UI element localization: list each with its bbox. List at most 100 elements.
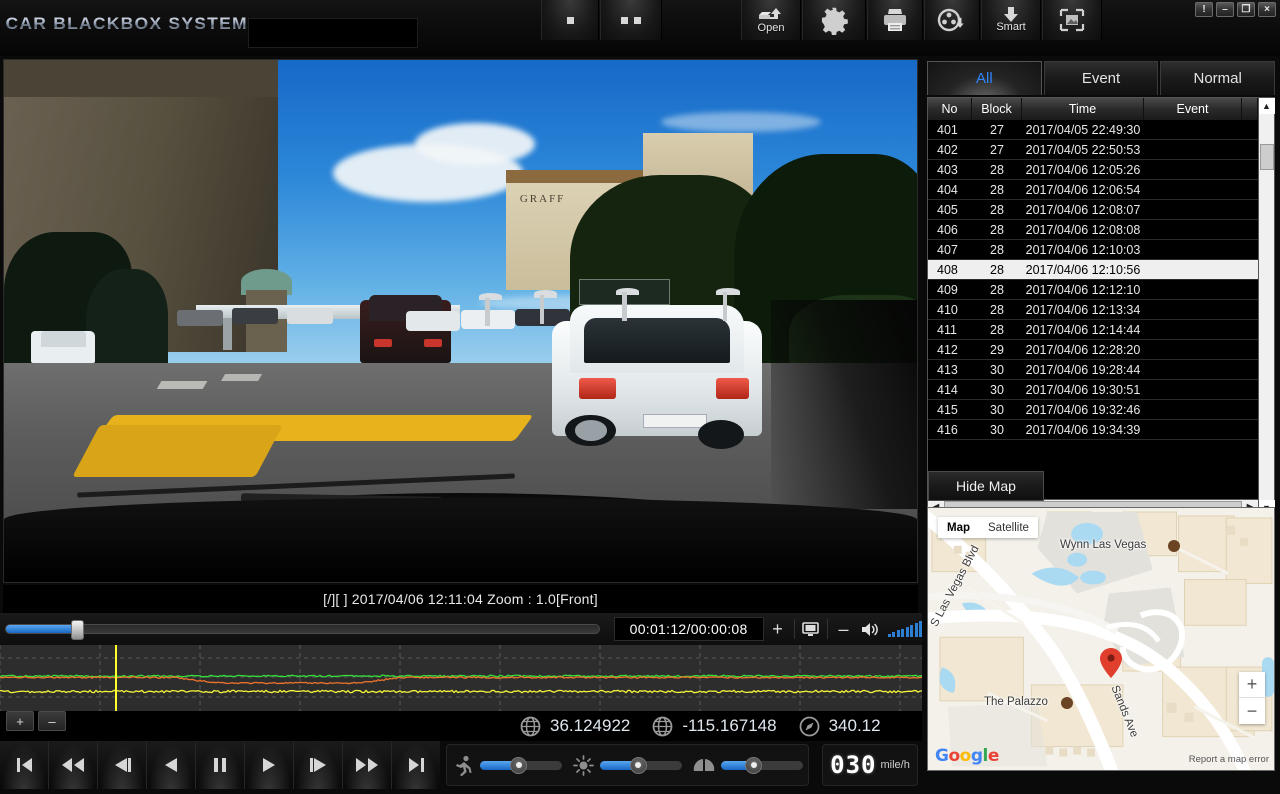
tab-event[interactable]: Event bbox=[1043, 61, 1159, 95]
map-panel[interactable]: Map Satellite Wynn Las Vegas S Las Vegas … bbox=[927, 507, 1275, 771]
table-row[interactable]: 401 27 2017/04/05 22:49:30 bbox=[928, 120, 1258, 140]
cell-block: 30 bbox=[990, 402, 1004, 417]
playback-speed-slider[interactable] bbox=[452, 755, 563, 776]
map-zoom-controls[interactable]: + − bbox=[1239, 672, 1265, 724]
info-button[interactable]: ! bbox=[1195, 2, 1213, 17]
table-row[interactable]: 404 28 2017/04/06 12:06:54 bbox=[928, 180, 1258, 200]
table-row[interactable]: 407 28 2017/04/06 12:10:03 bbox=[928, 240, 1258, 260]
seek-thumb[interactable] bbox=[71, 620, 85, 640]
table-row[interactable]: 413 30 2017/04/06 19:28:44 bbox=[928, 360, 1258, 380]
dashcam-frame: GRAFF bbox=[4, 60, 917, 582]
play-button[interactable] bbox=[245, 741, 294, 789]
cell-event bbox=[1144, 380, 1242, 399]
settings-button[interactable] bbox=[802, 0, 866, 40]
export-video-button[interactable] bbox=[924, 0, 980, 40]
column-header-no[interactable]: No bbox=[928, 98, 972, 120]
brightness-track[interactable] bbox=[599, 756, 682, 774]
hotel-marker-icon bbox=[1061, 697, 1073, 709]
speed-display: 030 mile/h bbox=[822, 744, 918, 786]
map-zoom-out-button[interactable]: − bbox=[1239, 698, 1265, 724]
scroll-thumb[interactable] bbox=[1259, 144, 1274, 170]
tab-all[interactable]: All bbox=[927, 61, 1042, 95]
skip-to-end-button[interactable] bbox=[392, 741, 440, 789]
column-header-time[interactable]: Time bbox=[1022, 98, 1144, 120]
column-header-block[interactable]: Block bbox=[972, 98, 1022, 120]
close-button[interactable]: × bbox=[1258, 2, 1276, 17]
open-label: Open bbox=[757, 22, 785, 34]
table-row[interactable]: 406 28 2017/04/06 12:08:08 bbox=[928, 220, 1258, 240]
gsensor-zoom-out-button[interactable]: – bbox=[38, 711, 66, 731]
gsensor-graph[interactable] bbox=[0, 645, 922, 711]
zoom-in-button[interactable]: + bbox=[764, 616, 792, 642]
location-pin-marker[interactable] bbox=[1100, 648, 1122, 678]
brightness-slider[interactable] bbox=[573, 754, 682, 776]
open-button[interactable]: Open bbox=[741, 0, 801, 40]
hide-map-button[interactable]: Hide Map bbox=[928, 471, 1044, 501]
table-row[interactable]: 414 30 2017/04/06 19:30:51 bbox=[928, 380, 1258, 400]
gsensor-traces bbox=[0, 645, 922, 711]
table-row[interactable]: 402 27 2017/04/05 22:50:53 bbox=[928, 140, 1258, 160]
table-row[interactable]: 408 28 2017/04/06 12:10:56 bbox=[928, 260, 1258, 280]
contrast-slider[interactable] bbox=[693, 756, 803, 774]
cell-time: 2017/04/06 12:14:44 bbox=[1025, 322, 1141, 337]
map-type-switcher[interactable]: Map Satellite bbox=[938, 517, 1038, 538]
print-button[interactable] bbox=[867, 0, 923, 40]
cell-extra bbox=[1242, 220, 1258, 239]
search-input[interactable] bbox=[248, 18, 418, 48]
image-capture-icon bbox=[1059, 8, 1085, 32]
scroll-up-arrow[interactable]: ▲ bbox=[1258, 98, 1275, 114]
play-reverse-button[interactable] bbox=[147, 741, 196, 789]
video-player[interactable]: GRAFF bbox=[3, 59, 918, 583]
map-type-map[interactable]: Map bbox=[938, 522, 979, 534]
step-back-button[interactable] bbox=[98, 741, 147, 789]
table-row[interactable]: 415 30 2017/04/06 19:32:46 bbox=[928, 400, 1258, 420]
contrast-track[interactable] bbox=[720, 756, 803, 774]
map-type-satellite[interactable]: Satellite bbox=[979, 522, 1038, 534]
latitude-item: 36.124922 bbox=[520, 716, 630, 737]
table-row[interactable]: 405 28 2017/04/06 12:08:07 bbox=[928, 200, 1258, 220]
playback-speed-track[interactable] bbox=[480, 756, 563, 774]
restore-button[interactable]: ❐ bbox=[1237, 2, 1255, 17]
column-header-event[interactable]: Event bbox=[1144, 98, 1242, 120]
cell-event bbox=[1144, 220, 1242, 239]
report-map-error-link[interactable]: Report a map error bbox=[1189, 754, 1269, 765]
globe-icon bbox=[652, 716, 673, 736]
cell-no: 414 bbox=[937, 382, 958, 397]
map-zoom-in-button[interactable]: + bbox=[1239, 672, 1265, 698]
step-forward-button[interactable] bbox=[294, 741, 343, 789]
seek-slider[interactable] bbox=[5, 620, 600, 640]
pause-button[interactable] bbox=[196, 741, 245, 789]
cell-no: 411 bbox=[937, 322, 957, 337]
table-row[interactable]: 411 28 2017/04/06 12:14:44 bbox=[928, 320, 1258, 340]
skip-end-icon bbox=[408, 758, 424, 772]
table-vertical-scrollbar[interactable]: ▲ ▼ bbox=[1258, 98, 1275, 516]
rewind-button[interactable] bbox=[49, 741, 98, 789]
column-header-extra[interactable] bbox=[1242, 98, 1258, 120]
table-row[interactable]: 409 28 2017/04/06 12:12:10 bbox=[928, 280, 1258, 300]
zoom-out-button[interactable]: – bbox=[830, 616, 858, 642]
table-row[interactable]: 412 29 2017/04/06 12:28:20 bbox=[928, 340, 1258, 360]
volume-level-meter[interactable] bbox=[887, 621, 922, 637]
table-row[interactable]: 403 28 2017/04/06 12:05:26 bbox=[928, 160, 1258, 180]
layout-single-button[interactable] bbox=[541, 0, 599, 40]
layout-dual-button[interactable] bbox=[600, 0, 662, 40]
gsensor-zoom-controls: + – bbox=[6, 711, 66, 731]
cell-no: 408 bbox=[937, 262, 958, 277]
filelist-table: No Block Time Event 401 27 2017/04/05 22:49:3… bbox=[927, 97, 1275, 517]
fast-forward-button[interactable] bbox=[343, 741, 392, 789]
table-row[interactable]: 416 30 2017/04/06 19:34:39 bbox=[928, 420, 1258, 440]
fullscreen-button[interactable] bbox=[797, 616, 825, 642]
skip-to-start-button[interactable] bbox=[0, 741, 49, 789]
volume-button[interactable] bbox=[858, 616, 884, 642]
cell-no: 410 bbox=[937, 302, 958, 317]
cell-time: 2017/04/06 12:13:34 bbox=[1025, 302, 1141, 317]
minimize-button[interactable]: – bbox=[1216, 2, 1234, 17]
map-label-wynn: Wynn Las Vegas bbox=[1060, 539, 1147, 551]
cell-no: 405 bbox=[937, 202, 958, 217]
smart-button[interactable]: Smart bbox=[981, 0, 1041, 40]
table-body[interactable]: 401 27 2017/04/05 22:49:30 402 27 2017/04/05 … bbox=[928, 120, 1258, 516]
gsensor-zoom-in-button[interactable]: + bbox=[6, 711, 34, 731]
tab-normal[interactable]: Normal bbox=[1160, 61, 1276, 95]
table-row[interactable]: 410 28 2017/04/06 12:13:34 bbox=[928, 300, 1258, 320]
snapshot-button[interactable] bbox=[1042, 0, 1102, 40]
